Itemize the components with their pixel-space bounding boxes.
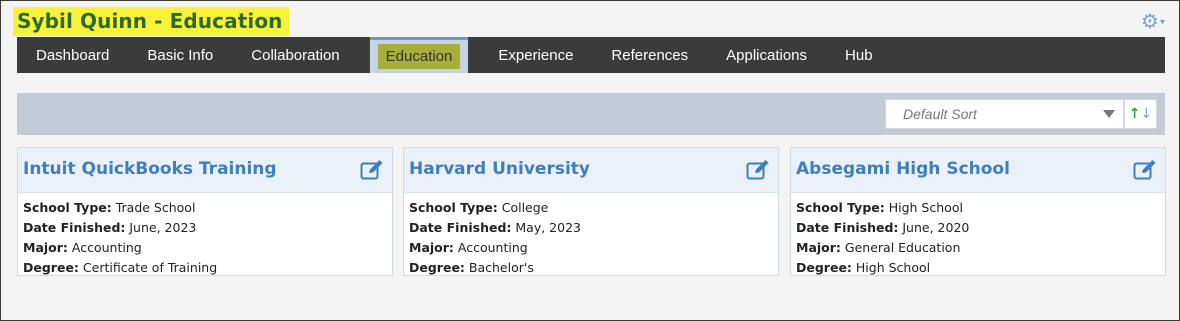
sort-direction-button[interactable]: ↑↓ bbox=[1124, 99, 1157, 129]
sort-toolbar: Default Sort ↑↓ bbox=[17, 93, 1165, 135]
sort-select[interactable]: Default Sort bbox=[885, 99, 1124, 129]
tab-experience[interactable]: Experience bbox=[479, 37, 592, 73]
chevron-down-icon bbox=[1103, 110, 1115, 118]
tab-hub[interactable]: Hub bbox=[826, 37, 892, 73]
education-card: Harvard University School Type: College … bbox=[403, 147, 779, 276]
tab-applications[interactable]: Applications bbox=[707, 37, 826, 73]
tab-education[interactable]: Education bbox=[369, 37, 469, 73]
education-card: Absegami High School School Type: High S… bbox=[790, 147, 1166, 276]
settings-menu[interactable]: ⚙▾ bbox=[1141, 11, 1165, 33]
chevron-down-icon: ▾ bbox=[1159, 16, 1165, 28]
tab-dashboard[interactable]: Dashboard bbox=[17, 37, 128, 73]
page-title-bar: Sybil Quinn - Education bbox=[13, 7, 289, 36]
card-title[interactable]: Intuit QuickBooks Training bbox=[23, 159, 277, 179]
card-title[interactable]: Absegami High School bbox=[796, 159, 1010, 179]
card-header: Intuit QuickBooks Training bbox=[18, 148, 392, 193]
sort-up-down-arrows-icon: ↑↓ bbox=[1128, 106, 1153, 122]
page-title: Sybil Quinn - Education bbox=[13, 7, 289, 36]
gear-icon[interactable]: ⚙ bbox=[1141, 9, 1159, 33]
tab-basic-info[interactable]: Basic Info bbox=[128, 37, 232, 73]
education-card: Intuit QuickBooks Training School Type: … bbox=[17, 147, 393, 276]
card-body: School Type: Trade School Date Finished:… bbox=[23, 200, 218, 275]
card-body: School Type: High School Date Finished: … bbox=[796, 200, 970, 275]
card-body: School Type: College Date Finished: May,… bbox=[409, 200, 581, 275]
edit-icon[interactable] bbox=[360, 159, 384, 181]
card-header: Absegami High School bbox=[791, 148, 1165, 193]
edit-icon[interactable] bbox=[746, 159, 770, 181]
tab-references[interactable]: References bbox=[592, 37, 707, 73]
sort-select-value: Default Sort bbox=[903, 106, 977, 122]
main-nav: Dashboard Basic Info Collaboration Educa… bbox=[17, 37, 1165, 73]
card-header: Harvard University bbox=[404, 148, 778, 193]
card-title[interactable]: Harvard University bbox=[409, 159, 590, 179]
tab-collaboration[interactable]: Collaboration bbox=[232, 37, 358, 73]
edit-icon[interactable] bbox=[1133, 159, 1157, 181]
